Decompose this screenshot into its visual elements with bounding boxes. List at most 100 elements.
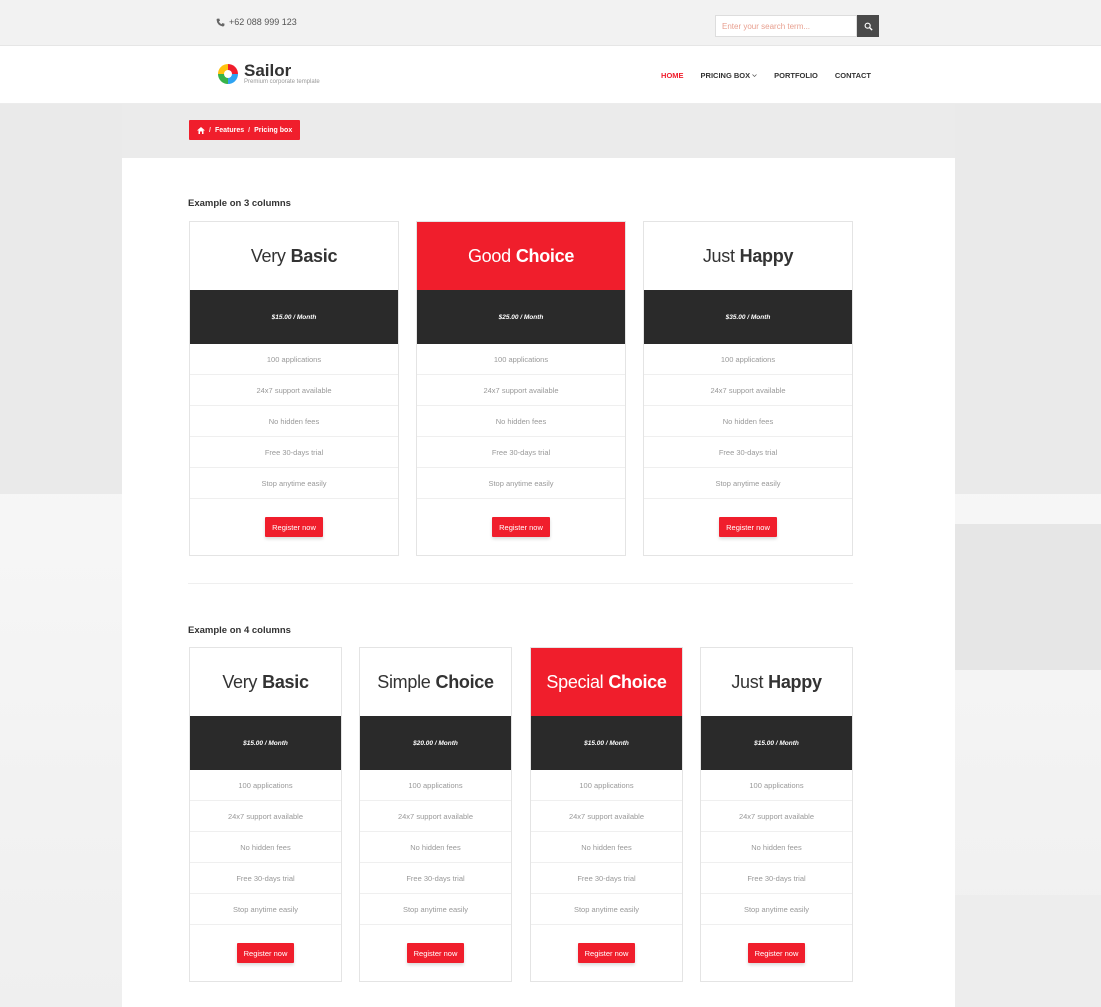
plan-feature: No hidden fees [644,406,852,437]
nav-item-contact[interactable]: CONTACT [835,71,871,80]
plan-feature: Free 30-days trial [190,863,341,894]
breadcrumb-separator: / [248,126,251,134]
register-button[interactable]: Register now [236,943,295,963]
plan-feature: No hidden fees [701,832,852,863]
site-header: Sailor Premium corporate template HOME P… [0,46,1101,104]
plan-price: $20.00 / Month [360,716,511,770]
plan-feature: No hidden fees [360,832,511,863]
plan-feature: Stop anytime easily [190,894,341,925]
background-panel [955,524,1101,670]
search-button[interactable] [857,15,879,37]
plan-feature: 100 applications [190,770,341,801]
plan-title-light: Just [731,671,764,692]
plan-title-light: Very [250,245,286,266]
plan-feature: Stop anytime easily [531,894,682,925]
plan-title-light: Very [222,671,258,692]
plan-feature: No hidden fees [531,832,682,863]
pricing-card: Very Basic $15.00 / Month 100 applications 2… [189,221,399,556]
nav-label: PORTFOLIO [774,71,818,80]
pricing-card: Good Choice $25.00 / Month 100 applications… [416,221,626,556]
pricing-card: Special Choice $15.00 / Month 100 applicati… [530,647,683,982]
logo[interactable]: Sailor Premium corporate template [217,61,320,85]
plan-feature: 100 applications [644,344,852,375]
register-button[interactable]: Register now [406,943,465,963]
plan-feature: Stop anytime easily [360,894,511,925]
search-icon [864,22,873,31]
logo-icon [218,64,238,84]
breadcrumb-separator: / [209,126,211,134]
plan-title-bold: Choice [435,671,495,692]
nav-item-portfolio[interactable]: PORTFOLIO [774,71,818,80]
plan-feature: 100 applications [190,344,398,375]
plan-feature: Free 30-days trial [190,437,398,468]
plan-feature: Free 30-days trial [360,863,511,894]
plan-title-bold: Happy [739,245,794,266]
plan-title-light: Special [546,671,604,692]
plan-feature: Free 30-days trial [417,437,625,468]
plan-feature: Free 30-days trial [531,863,682,894]
pricing-card: Simple Choice $20.00 / Month 100 applicatio… [359,647,512,982]
plan-price: $35.00 / Month [644,290,852,344]
plan-feature: 100 applications [417,344,625,375]
background-panel [955,104,1101,494]
plan-feature: No hidden fees [190,406,398,437]
section-title: Example on 4 columns [188,625,291,636]
plan-feature: Stop anytime easily [417,468,625,499]
breadcrumb-item-pricing-box: Pricing box [254,126,293,134]
plan-footer: Register now [644,499,852,555]
phone-icon [216,18,225,26]
plan-title-light: Just [702,245,735,266]
plan-title-light: Good [467,245,511,266]
nav-label: HOME [661,71,684,80]
nav-item-pricing-box[interactable]: PRICING BOX [701,71,758,80]
plan-feature: Stop anytime easily [701,894,852,925]
plan-title: Simple Choice [360,648,511,716]
background-panel [0,104,122,494]
phone-number: +62 088 999 123 [229,17,297,27]
register-button[interactable]: Register now [747,943,806,963]
plan-footer: Register now [701,925,852,981]
home-icon[interactable] [197,126,205,134]
pricing-card: Just Happy $35.00 / Month 100 applications 2… [643,221,853,556]
background-panel [955,895,1101,1007]
chevron-down-icon [752,74,757,77]
register-button[interactable]: Register now [492,517,550,537]
plan-title: Just Happy [644,222,852,290]
search-input[interactable] [715,15,857,37]
breadcrumb: / Features / Pricing box [189,120,301,140]
main-nav: HOME PRICING BOX PORTFOLIO CONTACT [661,71,871,80]
register-button[interactable]: Register now [719,517,777,537]
logo-tagline: Premium corporate template [244,79,320,85]
plan-feature: 24x7 support available [644,375,852,406]
plan-title: Good Choice [417,222,625,290]
register-button[interactable]: Register now [265,517,323,537]
pricing-card: Very Basic $15.00 / Month 100 applications 2… [189,647,342,982]
plan-feature: Stop anytime easily [644,468,852,499]
plan-footer: Register now [190,499,398,555]
register-button[interactable]: Register now [577,943,636,963]
plan-title-bold: Choice [515,245,575,266]
plan-feature: Stop anytime easily [190,468,398,499]
plan-feature: No hidden fees [190,832,341,863]
phone-contact[interactable]: +62 088 999 123 [216,17,297,27]
plan-price: $15.00 / Month [190,716,341,770]
nav-label: CONTACT [834,71,871,80]
plan-feature: 24x7 support available [701,801,852,832]
section-divider [188,583,853,584]
breadcrumb-item-features[interactable]: Features [215,127,244,134]
plan-title: Special Choice [531,648,682,716]
plan-feature: 24x7 support available [417,375,625,406]
nav-label: PRICING BOX [700,71,751,80]
plan-feature: No hidden fees [417,406,625,437]
plan-feature: 100 applications [531,770,682,801]
plan-feature: 24x7 support available [360,801,511,832]
pricing-card: Just Happy $15.00 / Month 100 applications 2… [700,647,853,982]
nav-item-home[interactable]: HOME [661,71,684,80]
plan-footer: Register now [417,499,625,555]
plan-feature: 24x7 support available [531,801,682,832]
search-form [715,15,879,37]
logo-name: Sailor [244,61,292,80]
plan-feature: 24x7 support available [190,801,341,832]
plan-feature: 100 applications [701,770,852,801]
plan-title: Very Basic [190,222,398,290]
